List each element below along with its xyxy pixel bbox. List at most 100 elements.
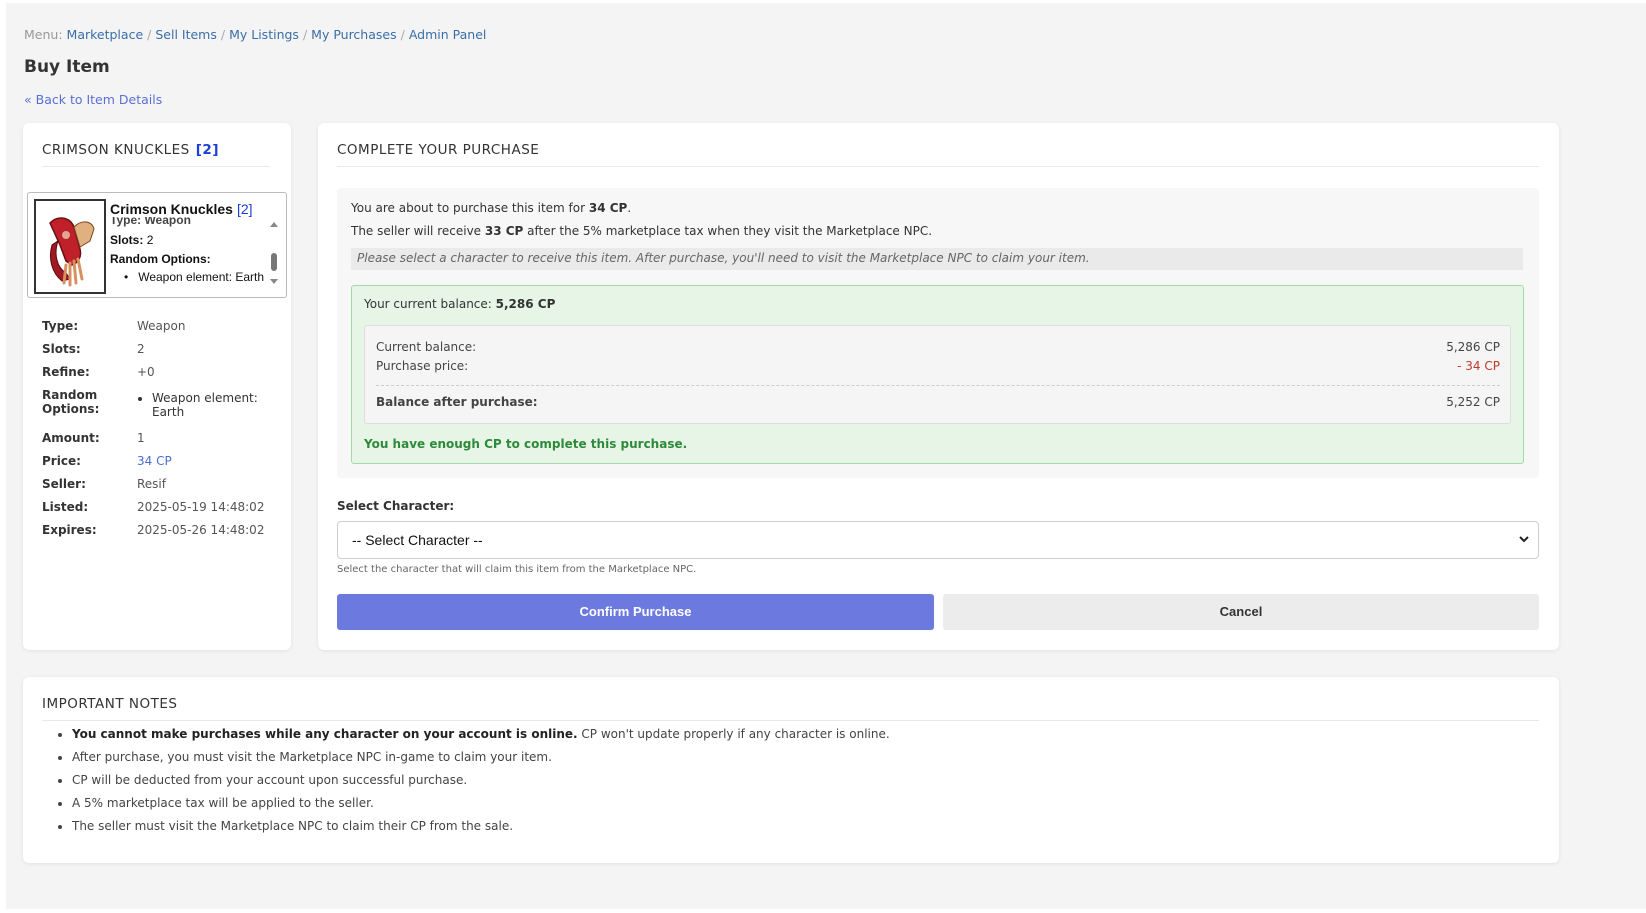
note-text: CP won't update properly if any characte… xyxy=(577,727,890,741)
scroll-down-icon xyxy=(270,279,278,284)
prop-key: Slots: xyxy=(42,342,81,356)
current-balance-value: 5,286 CP xyxy=(1446,340,1500,354)
prop-value: 2 xyxy=(137,342,145,356)
prop-value: Weapon xyxy=(137,319,186,333)
note-bold-text: You cannot make purchases while any char… xyxy=(72,727,578,741)
breadcrumb-separator: / xyxy=(220,27,226,42)
prop-row-type: Type: Weapon xyxy=(42,319,282,334)
purchase-line-price: You are about to purchase this item for … xyxy=(351,201,631,215)
balance-after-value: 5,252 CP xyxy=(1446,395,1500,409)
tooltip-slots-line: Slots: 2 xyxy=(110,233,153,247)
prop-key: Random Options: xyxy=(42,388,100,416)
prop-key: Expires: xyxy=(42,523,97,537)
prop-key: Refine: xyxy=(42,365,90,379)
prop-value: 2025-05-26 14:48:02 xyxy=(137,523,265,537)
purchase-line-text: . xyxy=(627,201,632,215)
prop-row-random-options: Random Options: Weapon element: Earth xyxy=(42,388,282,419)
purchase-price-value: - 34 CP xyxy=(1457,359,1500,373)
breadcrumb-my-listings[interactable]: My Listings xyxy=(229,27,299,42)
purchase-line-seller: The seller will receive 33 CP after the … xyxy=(351,224,932,238)
prop-row-seller: Seller: Resif xyxy=(42,477,282,492)
enough-cp-message: You have enough CP to complete this purc… xyxy=(364,437,688,451)
breadcrumb-separator: / xyxy=(400,27,405,42)
select-character-label: Select Character: xyxy=(337,499,455,513)
prop-key: Seller: xyxy=(42,477,86,491)
balance-title: Your current balance: 5,286 CP xyxy=(364,297,555,311)
prop-key: Type: xyxy=(42,319,79,333)
tooltip-item-name: Crimson Knuckles [2] xyxy=(110,201,280,217)
random-options-list: Weapon element: Earth xyxy=(122,391,262,419)
prop-key: Price: xyxy=(42,454,81,468)
breadcrumb-separator: / xyxy=(147,27,152,42)
note-item: After purchase, you must visit the Marke… xyxy=(72,750,890,765)
purchase-summary: You are about to purchase this item for … xyxy=(337,188,1539,478)
breadcrumb-admin-panel[interactable]: Admin Panel xyxy=(409,27,487,42)
item-card: CRIMSON KNUCKLES [2] Type: Weapon Crimson… xyxy=(23,123,291,650)
balance-title-text: Your current balance: xyxy=(364,297,496,311)
back-to-item-details-link[interactable]: « Back to Item Details xyxy=(24,92,162,107)
prop-row-amount: Amount: 1 xyxy=(42,431,282,446)
item-card-header: CRIMSON KNUCKLES [2] xyxy=(42,142,270,167)
select-character-help: Select the character that will claim thi… xyxy=(337,564,697,575)
prop-value-price: 34 CP xyxy=(137,454,172,468)
tooltip-option-text: Weapon element: Earth xyxy=(138,270,265,284)
purchase-price-row: Purchase price: - 34 CP xyxy=(376,359,1500,373)
item-header-slots: [2] xyxy=(195,142,219,158)
breadcrumb: Menu: Marketplace / Sell Items / My Listings… xyxy=(24,27,486,42)
current-balance-label: Current balance: xyxy=(376,340,477,354)
select-character-dropdown[interactable]: -- Select Character -- xyxy=(337,521,1539,559)
page-title: Buy Item xyxy=(24,57,110,77)
purchase-card-header: COMPLETE YOUR PURCHASE xyxy=(337,142,1539,167)
prop-value: Resif xyxy=(137,477,166,491)
tooltip-slots-label: Slots: xyxy=(110,233,144,247)
item-preview-box: Type: Weapon Crimson Knuckles [2] Slots: … xyxy=(27,192,287,298)
random-option-item: Weapon element: Earth xyxy=(152,391,262,419)
scroll-thumb xyxy=(271,253,277,271)
tooltip-name: Crimson Knuckles xyxy=(110,201,233,217)
purchase-line-text: You are about to purchase this item for xyxy=(351,201,589,215)
chevron-down-icon xyxy=(1519,536,1529,543)
prop-row-listed: Listed: 2025-05-19 14:48:02 xyxy=(42,500,282,515)
prop-value: 2025-05-19 14:48:02 xyxy=(137,500,265,514)
breadcrumb-my-purchases[interactable]: My Purchases xyxy=(311,27,396,42)
item-properties: Type: Weapon Slots: 2 Refine: +0 Random Opt… xyxy=(42,319,282,546)
item-image xyxy=(34,199,106,294)
scroll-up-icon xyxy=(270,222,278,227)
prop-row-refine: Refine: +0 xyxy=(42,365,282,380)
tooltip-option: • Weapon element: Earth xyxy=(124,270,265,284)
prop-value: +0 xyxy=(137,365,155,379)
seller-amount: 33 CP xyxy=(484,224,524,238)
prop-key: Listed: xyxy=(42,500,89,514)
balance-title-value: 5,286 CP xyxy=(495,297,556,311)
balance-after-row: Balance after purchase: 5,252 CP xyxy=(376,395,1500,409)
prop-key: Amount: xyxy=(42,431,100,445)
balance-divider xyxy=(376,385,1500,386)
tooltip-slots: [2] xyxy=(236,201,253,217)
item-tooltip: Type: Weapon Crimson Knuckles [2] Slots: … xyxy=(110,197,280,295)
purchase-card: COMPLETE YOUR PURCHASE You are about to … xyxy=(318,123,1559,650)
tooltip-scrollbar[interactable] xyxy=(268,219,280,289)
purchase-line-text: after the 5% marketplace tax when they v… xyxy=(523,224,933,238)
tooltip-random-options-label: Random Options: xyxy=(110,252,211,266)
breadcrumb-sell-items[interactable]: Sell Items xyxy=(155,27,217,42)
page-background: Menu: Marketplace / Sell Items / My Listings… xyxy=(6,3,1646,909)
tooltip-slots-value: 2 xyxy=(146,233,154,247)
confirm-purchase-button[interactable]: Confirm Purchase xyxy=(337,594,934,630)
important-notes-card: IMPORTANT NOTES You cannot make purchase… xyxy=(23,677,1559,863)
crimson-knuckles-icon xyxy=(49,217,95,287)
select-character-value: -- Select Character -- xyxy=(352,532,483,548)
balance-breakdown: Current balance: 5,286 CP Purchase price… xyxy=(364,325,1511,424)
breadcrumb-marketplace[interactable]: Marketplace xyxy=(67,27,144,42)
note-item: You cannot make purchases while any char… xyxy=(72,727,890,742)
notes-header: IMPORTANT NOTES xyxy=(42,696,1539,721)
prop-row-price: Price: 34 CP xyxy=(42,454,282,469)
balance-box: Your current balance: 5,286 CP Current b… xyxy=(351,285,1524,464)
prop-value: 1 xyxy=(137,431,145,445)
breadcrumb-prefix: Menu: xyxy=(24,27,63,42)
breadcrumb-separator: / xyxy=(302,27,308,42)
cancel-button[interactable]: Cancel xyxy=(943,594,1539,630)
notes-list: You cannot make purchases while any char… xyxy=(72,727,890,842)
prop-row-expires: Expires: 2025-05-26 14:48:02 xyxy=(42,523,282,538)
item-header-name: CRIMSON KNUCKLES xyxy=(42,142,190,158)
prop-row-slots: Slots: 2 xyxy=(42,342,282,357)
